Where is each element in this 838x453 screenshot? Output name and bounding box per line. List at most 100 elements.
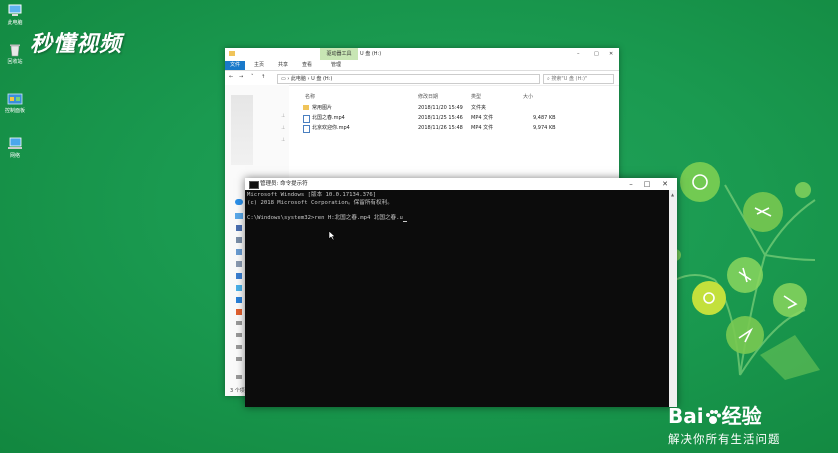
desktop-icon-label: 回收站: [7, 59, 23, 65]
column-header-size[interactable]: 大小: [523, 93, 533, 100]
baidu-slogan: 解决你所有生活问题: [668, 432, 781, 446]
file-type: 文件夹: [471, 105, 487, 111]
pin-icon: ⊥: [281, 125, 286, 131]
explorer-window-title: U 盘 (H:): [360, 51, 382, 57]
drive-icon[interactable]: [236, 321, 242, 325]
computer-icon: [7, 4, 23, 18]
search-icon: ⌕: [547, 76, 550, 82]
tab-share[interactable]: 共享: [273, 61, 293, 70]
close-button[interactable]: ✕: [609, 48, 613, 60]
vertical-scrollbar[interactable]: ▲: [669, 190, 677, 407]
mouse-cursor-icon: [328, 230, 336, 241]
nav-tree-blurred: [231, 95, 253, 165]
folder-icon: [303, 105, 309, 110]
video-logo: 秒懂视频: [30, 31, 123, 57]
video-file-icon: [303, 115, 310, 123]
desktop-icon-label: 控制面板: [4, 108, 25, 114]
control-panel-icon: [7, 92, 23, 106]
breadcrumb-drive[interactable]: U 盘 (H:): [311, 76, 332, 82]
file-row[interactable]: 常用图片 2018/11/20 15:49 文件夹: [300, 104, 605, 112]
desktop-icon-control-panel[interactable]: 控制面板: [2, 92, 28, 114]
file-row[interactable]: 北京欢迎你.mp4 2018/11/26 15:48 MP4 文件 9,974 …: [300, 124, 605, 133]
file-name: 常用图片: [312, 105, 333, 111]
downloads-icon[interactable]: [236, 273, 242, 279]
search-placeholder: 搜索"U 盘 (H:)": [551, 76, 588, 82]
desktop-icon-label: 网络: [9, 153, 20, 159]
file-size: 9,974 KB: [533, 125, 556, 131]
decorative-icon-tree: [669, 162, 820, 380]
command-text: C:\Windows\system32>ren H:北国之春.mp4 北国之春.…: [247, 214, 403, 221]
console-line: Microsoft Windows [版本 10.0.17134.376]: [247, 192, 377, 198]
jingyan-brand-text: 经验: [721, 404, 762, 428]
search-input[interactable]: ⌕ 搜索"U 盘 (H:)": [543, 74, 614, 84]
documents-icon[interactable]: [236, 261, 242, 267]
close-button[interactable]: ✕: [657, 178, 673, 190]
cmd-window-title: 管理员: 命令提示符: [260, 181, 308, 187]
cmd-app-icon: [249, 181, 259, 189]
ribbon-tabs: 文件 主页 共享 查看 管理: [225, 60, 619, 71]
desktop-icon-network[interactable]: 网络: [2, 137, 28, 159]
onedrive-icon[interactable]: [235, 199, 243, 205]
network-icon: [7, 137, 23, 151]
baidu-jingyan-logo: Bai 经验: [668, 400, 762, 429]
minimize-button[interactable]: –: [577, 48, 580, 60]
breadcrumb-this-pc[interactable]: 此电脑: [291, 76, 306, 82]
folder-icon: [229, 51, 235, 56]
up-arrow-icon[interactable]: ↑: [261, 74, 265, 80]
tab-view[interactable]: 查看: [297, 61, 317, 70]
minimize-button[interactable]: –: [623, 178, 639, 190]
explorer-titlebar[interactable]: 驱动器工具 U 盘 (H:) – □ ✕: [225, 48, 619, 60]
column-header-date[interactable]: 修改日期: [418, 93, 438, 100]
column-header-name[interactable]: 名称: [305, 93, 315, 100]
desktop-icon-label: 此电脑: [7, 20, 23, 26]
computer-icon: ▭: [281, 76, 286, 82]
recycle-bin-icon: [7, 43, 23, 57]
baidu-brand-text: Bai: [668, 404, 704, 428]
cmd-titlebar[interactable]: 管理员: 命令提示符 – □ ✕: [245, 178, 677, 190]
drive-icon[interactable]: [236, 333, 242, 337]
desktop-icon-this-pc[interactable]: 此电脑: [2, 4, 28, 26]
usb-drive-icon[interactable]: [236, 375, 242, 379]
file-date: 2018/11/20 15:49: [418, 105, 463, 111]
address-input[interactable]: ▭ › 此电脑 › U 盘 (H:): [277, 74, 540, 84]
cmd-console-output[interactable]: Microsoft Windows [版本 10.0.17134.376] (c)…: [245, 190, 669, 407]
paw-icon: [704, 406, 722, 424]
pin-icon: ⊥: [281, 137, 286, 143]
tab-manage[interactable]: 管理: [326, 61, 346, 70]
office-icon[interactable]: [236, 309, 242, 315]
file-type: MP4 文件: [471, 115, 494, 121]
this-pc-icon[interactable]: [235, 213, 243, 219]
nav-pane-icon-strip: [235, 185, 245, 385]
console-line: ​: [247, 207, 669, 215]
video-file-icon: [303, 125, 310, 133]
text-cursor: [402, 221, 407, 222]
file-date: 2018/11/25 15:46: [418, 115, 463, 121]
pin-icon: ⊥: [281, 113, 286, 119]
tab-file[interactable]: 文件: [225, 61, 246, 70]
tab-home[interactable]: 主页: [249, 61, 269, 70]
file-name: 北京欢迎你.mp4: [312, 125, 350, 131]
file-name: 北国之春.mp4: [312, 115, 345, 121]
drive-icon[interactable]: [236, 357, 242, 361]
maximize-button[interactable]: □: [594, 48, 599, 60]
maximize-button[interactable]: □: [639, 178, 655, 190]
column-header-type[interactable]: 类型: [471, 93, 481, 100]
desktop-icon[interactable]: [236, 297, 242, 303]
file-type: MP4 文件: [471, 125, 494, 131]
3d-objects-icon[interactable]: [236, 225, 242, 231]
back-arrow-icon[interactable]: ←: [229, 74, 233, 80]
recent-chevron-icon[interactable]: ˅: [251, 74, 254, 80]
pictures-icon[interactable]: [236, 249, 242, 255]
console-line-command[interactable]: C:\Windows\system32>ren H:北国之春.mp4 北国之春.…: [247, 214, 669, 222]
videos-icon[interactable]: [236, 237, 242, 243]
music-icon[interactable]: [236, 285, 242, 291]
file-row[interactable]: 北国之春.mp4 2018/11/25 15:46 MP4 文件 9,487 K…: [300, 114, 605, 123]
drive-tools-label: 驱动器工具: [320, 48, 358, 60]
command-prompt-window[interactable]: 管理员: 命令提示符 – □ ✕ Microsoft Windows [版本 1…: [245, 178, 677, 407]
scroll-up-icon[interactable]: ▲: [671, 192, 675, 197]
desktop-icon-recycle-bin[interactable]: 回收站: [2, 43, 28, 65]
forward-arrow-icon[interactable]: →: [239, 74, 243, 80]
drive-icon[interactable]: [236, 345, 242, 349]
console-line: (c) 2018 Microsoft Corporation。保留所有权利。: [247, 199, 393, 206]
file-size: 9,487 KB: [533, 115, 556, 121]
